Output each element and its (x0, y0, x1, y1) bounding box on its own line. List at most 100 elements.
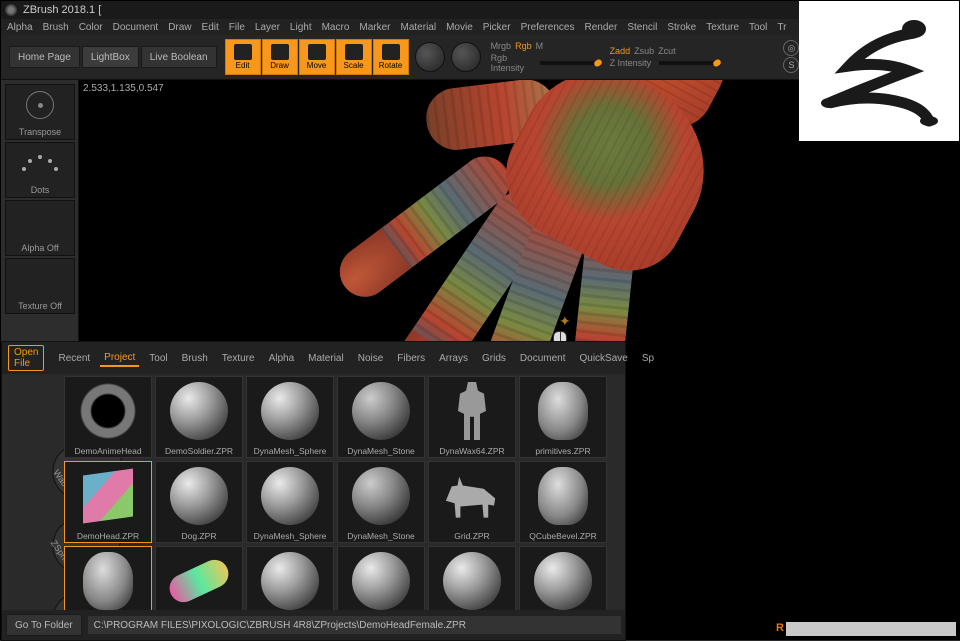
lightbox-item[interactable]: primitives.ZPR (519, 376, 607, 458)
lightbox-item[interactable]: DynaMesh_Capsule (155, 546, 243, 610)
mode-scale[interactable]: Scale (336, 39, 372, 75)
focal-shift-icon: ◎ (783, 40, 799, 56)
lightbox-item[interactable]: Dog.ZPR (155, 461, 243, 543)
lightbox-tabs: Open File Recent Project Tool Brush Text… (2, 342, 625, 374)
lightbox-item[interactable]: DynaWax128.ZPR (337, 546, 425, 610)
menu-item[interactable]: Material (401, 22, 437, 33)
menu-item[interactable]: File (229, 22, 245, 33)
tab-arrays[interactable]: Arrays (435, 351, 472, 366)
tab-texture[interactable]: Texture (218, 351, 259, 366)
menu-item[interactable]: Render (585, 22, 618, 33)
transpose-slot[interactable]: Transpose (5, 84, 75, 140)
lightbox-item[interactable]: DemoHead.ZPR (64, 461, 152, 543)
liveboolean-button[interactable]: Live Boolean (141, 46, 217, 68)
menu-item[interactable]: Color (79, 22, 103, 33)
lightbox-item[interactable]: DemoSoldier.ZPR (155, 376, 243, 458)
tab-noise[interactable]: Noise (354, 351, 388, 366)
lightbox-item-label: primitives.ZPR (520, 445, 606, 457)
menu-item[interactable]: Stencil (627, 22, 657, 33)
menu-item[interactable]: Edit (202, 22, 219, 33)
dots-slot[interactable]: Dots (5, 142, 75, 198)
lightbox-item-label: DynaWax64.ZPR (429, 445, 515, 457)
r-status-bar: R (786, 622, 956, 636)
menu-item[interactable]: Macro (322, 22, 350, 33)
lightbox-item[interactable]: QCubeSmooth.ZPR (519, 546, 607, 610)
zbrush-logo-icon (814, 11, 944, 131)
texture-slot[interactable]: Texture Off (5, 258, 75, 314)
mode-edit[interactable]: Edit (225, 39, 261, 75)
lightbox-item[interactable]: DynaMesh_Stone (337, 376, 425, 458)
menu-item[interactable]: Tool (749, 22, 767, 33)
lightbox-item[interactable]: DynaWax64.ZPR (428, 376, 516, 458)
menu-item[interactable]: Draw (168, 22, 191, 33)
lightbox-item[interactable]: Grid.ZPR (428, 461, 516, 543)
rgb-label[interactable]: Rgb (515, 41, 532, 51)
menu-item[interactable]: Movie (446, 22, 473, 33)
lightbox-item[interactable]: QCubeBevel.ZPR (519, 461, 607, 543)
lightbox-item-label: DynaMesh_Sphere (247, 445, 333, 457)
lightbox-item-label: DynaMesh_Stone (338, 530, 424, 542)
open-file-button[interactable]: Open File (8, 345, 44, 371)
tab-alpha[interactable]: Alpha (265, 351, 299, 366)
lightbox-item-label: QCubeBevel.ZPR (520, 530, 606, 542)
zbrush-logo (799, 1, 959, 141)
zintensity-slider[interactable] (659, 61, 719, 65)
lightbox-item[interactable]: DynaMesh_Stone (337, 461, 425, 543)
tab-fibers[interactable]: Fibers (393, 351, 429, 366)
alpha-slot[interactable]: Alpha Off (5, 200, 75, 256)
mrgb-label[interactable]: Mrgb (491, 41, 512, 51)
tab-brush[interactable]: Brush (178, 351, 212, 366)
draw-size-icon: S (783, 57, 799, 73)
lightbox-item[interactable]: DemoAnimeHead (64, 376, 152, 458)
lightbox-item[interactable]: DynaMesh_Sphere (246, 461, 334, 543)
lightbox-item-label: Dog.ZPR (156, 530, 242, 542)
gyro-button[interactable] (415, 42, 445, 72)
mode-draw[interactable]: Draw (262, 39, 298, 75)
path-field[interactable]: C:\PROGRAM FILES\PIXOLOGIC\ZBRUSH 4R8\ZP… (88, 616, 621, 634)
goto-folder-button[interactable]: Go To Folder (6, 614, 82, 636)
menu-item[interactable]: Picker (483, 22, 511, 33)
app-title: ZBrush 2018.1 [ (23, 4, 101, 16)
mode-move[interactable]: Move (299, 39, 335, 75)
tab-grids[interactable]: Grids (478, 351, 510, 366)
lightbox-item[interactable]: HeadFemale.ZPR (64, 546, 152, 610)
menu-item[interactable]: Layer (255, 22, 280, 33)
tab-sp[interactable]: Sp (638, 351, 658, 366)
menu-item[interactable]: Stroke (667, 22, 696, 33)
m-label[interactable]: M (536, 41, 544, 51)
rgb-intensity-slider[interactable] (540, 61, 600, 65)
app-icon (5, 4, 17, 16)
menu-item[interactable]: Texture (706, 22, 739, 33)
zintensity-label: Z Intensity (610, 58, 655, 68)
home-button[interactable]: Home Page (9, 46, 80, 68)
lightbox-item[interactable]: PolySphere.ZPR (428, 546, 516, 610)
menu-item[interactable]: Brush (43, 22, 69, 33)
tab-document[interactable]: Document (516, 351, 570, 366)
tab-quicksave[interactable]: QuickSave (575, 351, 631, 366)
menu-item[interactable]: Preferences (521, 22, 575, 33)
zcut-label[interactable]: Zcut (658, 46, 676, 56)
tab-tool[interactable]: Tool (145, 351, 171, 366)
lightbox-item-label: Grid.ZPR (429, 530, 515, 542)
tab-project[interactable]: Project (100, 350, 139, 367)
lightbox-item[interactable]: DynaMesh_Sphere (246, 376, 334, 458)
menu-item[interactable]: Tr (777, 22, 786, 33)
lightbox-button[interactable]: LightBox (82, 46, 139, 68)
rgb-intensity-label: Rgb Intensity (491, 53, 536, 73)
lightbox-item-label: DemoHead.ZPR (65, 530, 151, 542)
tab-recent[interactable]: Recent (54, 351, 94, 366)
menu-item[interactable]: Alpha (7, 22, 33, 33)
lightbox-item-label: DynaMesh_Stone (338, 445, 424, 457)
menu-item[interactable]: Document (113, 22, 159, 33)
lightbox-panel: Open File Recent Project Tool Brush Text… (1, 341, 626, 641)
mode-rotate[interactable]: Rotate (373, 39, 409, 75)
zsub-label[interactable]: Zsub (634, 46, 654, 56)
menu-item[interactable]: Marker (359, 22, 390, 33)
lightbox-item[interactable]: DynaMesh_Sphere (246, 546, 334, 610)
tab-material[interactable]: Material (304, 351, 348, 366)
lightbox-item-label: DemoAnimeHead (65, 445, 151, 457)
coords-readout: 2.533,1.135,0.547 (83, 83, 164, 94)
menu-item[interactable]: Light (290, 22, 312, 33)
zadd-label[interactable]: Zadd (610, 46, 631, 56)
perspective-button[interactable] (451, 42, 481, 72)
